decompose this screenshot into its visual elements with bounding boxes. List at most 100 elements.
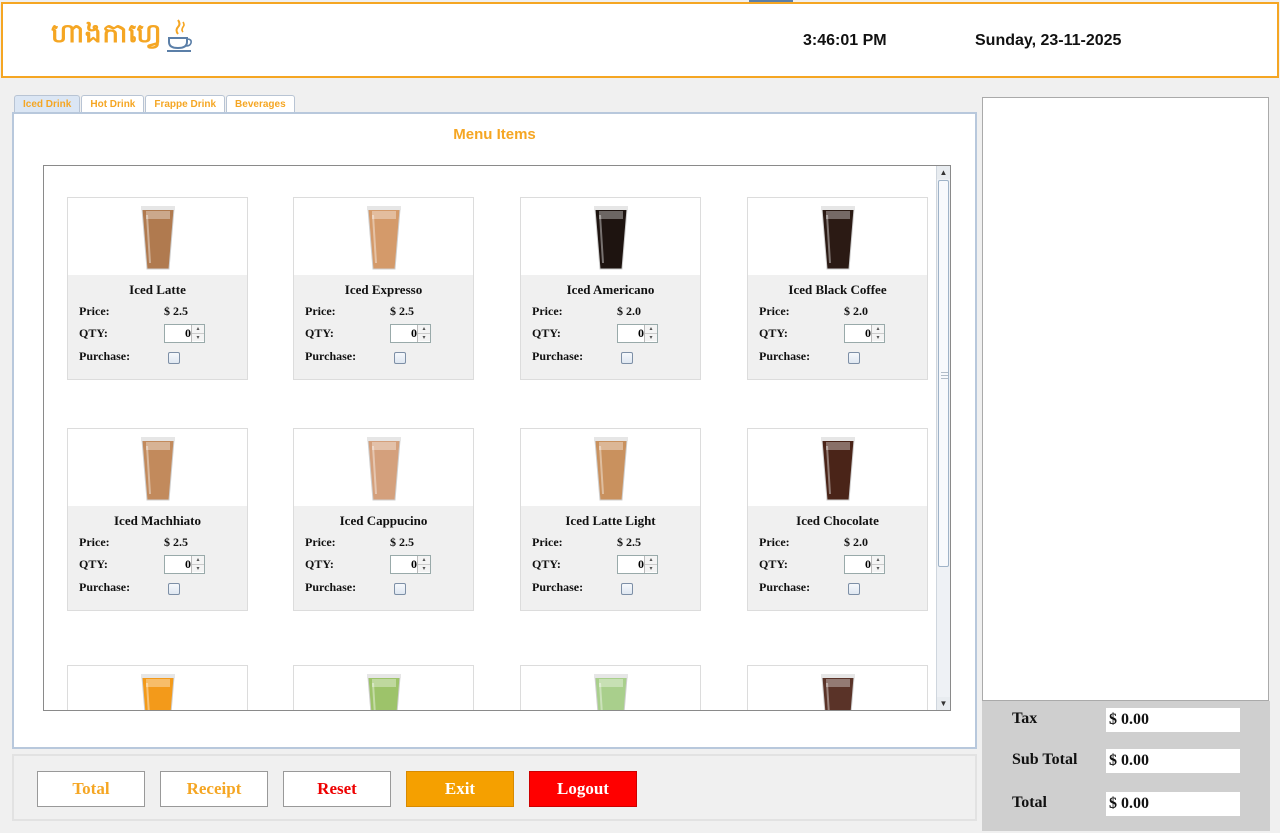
qty-label: QTY: (79, 326, 108, 340)
total-button[interactable]: Total (37, 771, 145, 807)
qty-stepper[interactable]: 0 ▴ ▾ (390, 324, 431, 343)
menu-item-image (68, 429, 247, 506)
total-field[interactable]: $ 0.00 (1106, 792, 1240, 816)
menu-item-card[interactable] (67, 665, 248, 710)
stepper-down-icon[interactable]: ▾ (872, 333, 884, 341)
purchase-checkbox[interactable] (168, 583, 180, 595)
menu-item-card[interactable]: Iced Latte Light Price: $ 2.5 QTY: 0 ▴ ▾ Purcha… (520, 428, 701, 611)
qty-stepper-arrows[interactable]: ▴ ▾ (191, 325, 204, 342)
stepper-up-icon[interactable]: ▴ (418, 556, 430, 564)
tab-frappe-drink[interactable]: Frappe Drink (145, 95, 226, 113)
stepper-down-icon[interactable]: ▾ (645, 333, 657, 341)
scroll-up-arrow-icon[interactable]: ▲ (937, 166, 950, 179)
menu-item-name: Iced Machhiato (113, 513, 202, 528)
menu-item-card[interactable] (293, 665, 474, 710)
qty-label: QTY: (532, 326, 561, 340)
qty-stepper[interactable]: 0 ▴ ▾ (617, 555, 658, 574)
menu-item-card[interactable] (747, 665, 928, 710)
tax-field[interactable]: $ 0.00 (1106, 708, 1240, 732)
qty-value[interactable]: 0 (845, 326, 871, 341)
logout-button[interactable]: Logout (529, 771, 637, 807)
stepper-up-icon[interactable]: ▴ (872, 325, 884, 333)
exit-button[interactable]: Exit (406, 771, 514, 807)
qty-value[interactable]: 0 (618, 557, 644, 572)
stepper-down-icon[interactable]: ▾ (192, 333, 204, 341)
menu-item-card[interactable]: Iced Americano Price: $ 2.0 QTY: 0 ▴ ▾ Purchase… (520, 197, 701, 380)
menu-items-scroll[interactable]: Iced Chocolate Price: $ 2.0 QTY: 0 ▴ ▾ Purchase… (43, 165, 951, 711)
purchase-checkbox[interactable] (848, 583, 860, 595)
qty-stepper[interactable]: 0 ▴ ▾ (390, 555, 431, 574)
price-value: $ 2.0 (617, 304, 641, 318)
price-label: Price: (305, 535, 336, 549)
menu-item-name: Iced Cappucino (339, 513, 428, 528)
scroll-down-arrow-icon[interactable]: ▼ (937, 697, 950, 710)
stepper-down-icon[interactable]: ▾ (418, 333, 430, 341)
qty-value[interactable]: 0 (391, 326, 417, 341)
purchase-checkbox[interactable] (394, 583, 406, 595)
stepper-up-icon[interactable]: ▴ (192, 325, 204, 333)
menu-item-card[interactable]: Iced Machhiato Price: $ 2.5 QTY: 0 ▴ ▾ Purchase… (67, 428, 248, 611)
drink-image-icon (820, 205, 855, 269)
menu-item-card[interactable]: Iced Black Coffee Price: $ 2.0 QTY: 0 ▴ ▾ Purch… (747, 197, 928, 380)
stepper-up-icon[interactable]: ▴ (645, 325, 657, 333)
qty-value[interactable]: 0 (845, 557, 871, 572)
stepper-up-icon[interactable]: ▴ (418, 325, 430, 333)
qty-stepper[interactable]: 0 ▴ ▾ (844, 324, 885, 343)
menu-item-card[interactable]: Iced Expresso Price: $ 2.5 QTY: 0 ▴ ▾ Purchase: (293, 197, 474, 380)
qty-value[interactable]: 0 (165, 326, 191, 341)
current-date: Sunday, 23-11-2025 (975, 32, 1122, 49)
drink-image-icon (820, 436, 855, 500)
menu-item-card[interactable]: Iced Chocolate Price: $ 2.0 QTY: 0 ▴ ▾ Purchase… (747, 428, 928, 611)
qty-value[interactable]: 0 (391, 557, 417, 572)
menu-item-card[interactable] (520, 665, 701, 710)
menu-item-card[interactable]: Iced Latte Price: $ 2.5 QTY: 0 ▴ ▾ Purchase: (67, 197, 248, 380)
qty-stepper[interactable]: 0 ▴ ▾ (617, 324, 658, 343)
subtotal-field[interactable]: $ 0.00 (1106, 749, 1240, 773)
header-bar: ហាងកាហ្វេ 3:46:01 PM Sunday, 23-11-2025 (1, 2, 1279, 78)
category-tabs: Iced Drink Hot Drink Frappe Drink Bevera… (14, 95, 296, 113)
purchase-checkbox[interactable] (394, 352, 406, 364)
purchase-checkbox[interactable] (621, 352, 633, 364)
qty-value[interactable]: 0 (618, 326, 644, 341)
qty-stepper-arrows[interactable]: ▴ ▾ (191, 556, 204, 573)
menu-item-card[interactable]: Iced Cappucino Price: $ 2.5 QTY: 0 ▴ ▾ Purchase… (293, 428, 474, 611)
qty-stepper-arrows[interactable]: ▴ ▾ (417, 325, 430, 342)
tab-hot-drink[interactable]: Hot Drink (81, 95, 145, 113)
tab-iced-drink[interactable]: Iced Drink (14, 95, 81, 113)
stepper-down-icon[interactable]: ▾ (418, 564, 430, 572)
stepper-down-icon[interactable]: ▾ (192, 564, 204, 572)
receipt-text-area[interactable] (982, 97, 1269, 701)
qty-stepper-arrows[interactable]: ▴ ▾ (871, 325, 884, 342)
purchase-label: Purchase: (79, 349, 131, 363)
stepper-up-icon[interactable]: ▴ (192, 556, 204, 564)
menu-item-name: Iced Chocolate (796, 513, 879, 528)
scroll-thumb[interactable]: — — — (938, 180, 949, 567)
qty-stepper[interactable]: 0 ▴ ▾ (844, 555, 885, 574)
receipt-button[interactable]: Receipt (160, 771, 268, 807)
price-label: Price: (79, 535, 110, 549)
menu-item-image (748, 198, 927, 275)
qty-stepper[interactable]: 0 ▴ ▾ (164, 324, 205, 343)
qty-stepper-arrows[interactable]: ▴ ▾ (644, 556, 657, 573)
menu-item-image (521, 198, 700, 275)
reset-button[interactable]: Reset (283, 771, 391, 807)
qty-stepper[interactable]: 0 ▴ ▾ (164, 555, 205, 574)
stepper-up-icon[interactable]: ▴ (872, 556, 884, 564)
qty-value[interactable]: 0 (165, 557, 191, 572)
stepper-up-icon[interactable]: ▴ (645, 556, 657, 564)
qty-stepper-arrows[interactable]: ▴ ▾ (644, 325, 657, 342)
purchase-checkbox[interactable] (848, 352, 860, 364)
stepper-down-icon[interactable]: ▾ (872, 564, 884, 572)
action-button-bar: Total Receipt Reset Exit Logout (12, 754, 977, 821)
drink-image-icon (140, 205, 175, 269)
tab-beverages[interactable]: Beverages (226, 95, 295, 113)
price-value: $ 2.0 (844, 304, 868, 318)
vertical-scrollbar[interactable]: ▲ — — — ▼ (936, 166, 950, 710)
purchase-checkbox[interactable] (168, 352, 180, 364)
qty-stepper-arrows[interactable]: ▴ ▾ (871, 556, 884, 573)
purchase-checkbox[interactable] (621, 583, 633, 595)
java-coffee-cup-icon (167, 19, 193, 52)
qty-stepper-arrows[interactable]: ▴ ▾ (417, 556, 430, 573)
menu-item-image (521, 666, 700, 710)
stepper-down-icon[interactable]: ▾ (645, 564, 657, 572)
